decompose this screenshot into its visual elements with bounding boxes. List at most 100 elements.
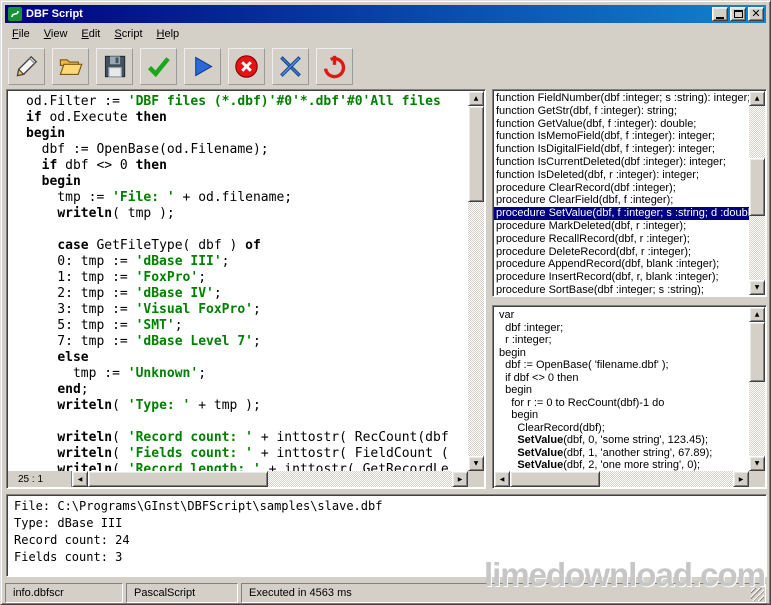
code-line: begin (26, 126, 468, 142)
function-list-item[interactable]: procedure ClearRecord(dbf :integer); (494, 182, 749, 195)
code-line: od.Filter := 'DBF files (*.dbf)'#0'*.dbf… (26, 94, 468, 110)
scroll-down-icon[interactable]: ▼ (749, 280, 765, 295)
function-list-item[interactable]: function GetValue(dbf, f :integer): doub… (494, 118, 749, 131)
window-controls: ✕ (712, 7, 764, 21)
menu-item-view[interactable]: View (37, 26, 75, 42)
save-file-button[interactable] (96, 48, 133, 85)
close-button[interactable]: ✕ (748, 7, 764, 21)
code-line: if od.Execute then (26, 110, 468, 126)
sample-vscrollbar[interactable]: ▲ ▼ (749, 307, 765, 471)
scrollbar-thumb[interactable] (749, 322, 765, 382)
stop-script-button[interactable] (228, 48, 265, 85)
status-message: Executed in 4563 ms (241, 583, 766, 603)
scrollbar-thumb[interactable] (510, 471, 600, 487)
function-list-item[interactable]: procedure MarkDeleted(dbf, r :integer); (494, 220, 749, 233)
scroll-left-icon[interactable]: ◀ (72, 471, 88, 487)
scrollbar-thumb[interactable] (88, 471, 268, 487)
function-list-item[interactable]: procedure SetValue(dbf, f :integer; s :s… (494, 207, 749, 220)
menu-item-script[interactable]: Script (107, 26, 149, 42)
status-filename: info.dbfscr (5, 583, 123, 603)
title-bar[interactable]: DBF Script ✕ (5, 5, 766, 23)
code-line: tmp := 'File: ' + od.filename; (26, 190, 468, 206)
minimize-button[interactable] (712, 7, 728, 21)
maximize-button[interactable] (730, 7, 746, 21)
code-line: dbf := OpenBase( 'filename.dbf' ); (499, 359, 749, 372)
editor-code[interactable]: od.Filter := 'DBF files (*.dbf)'#0'*.dbf… (8, 91, 468, 471)
editor-hscrollbar[interactable]: ◀ ▶ (72, 471, 468, 487)
menu-bar: FileViewEditScriptHelp (5, 24, 766, 44)
close-icon: ✕ (751, 9, 760, 19)
scroll-down-icon[interactable]: ▼ (749, 456, 765, 471)
code-line: ClearRecord(dbf); (499, 422, 749, 435)
function-list-item[interactable]: procedure InsertRecord(dbf, r, blank :in… (494, 271, 749, 284)
scroll-down-icon[interactable]: ▼ (468, 456, 484, 471)
app-window: DBF Script ✕ FileViewEditScriptHelp od.F… (0, 0, 771, 605)
output-panel: File: C:\Programs\GInst\DBFScript\sample… (6, 494, 767, 577)
code-line: else (26, 350, 468, 366)
scroll-up-icon[interactable]: ▲ (749, 91, 765, 106)
function-list-item[interactable]: procedure AppendRecord(dbf, blank :integ… (494, 258, 749, 271)
editor-vscrollbar[interactable]: ▲ ▼ (468, 91, 484, 471)
status-message-text: Executed in 4563 ms (249, 587, 352, 599)
function-list-item[interactable]: procedure DeleteRecord(dbf, r :integer); (494, 246, 749, 259)
function-list-item[interactable]: function IsMemoField(dbf, f :integer): i… (494, 130, 749, 143)
code-line: SetValue(dbf, 2, 'one more string', 0); (499, 459, 749, 471)
function-list-vscrollbar[interactable]: ▲ ▼ (749, 91, 765, 295)
scrollbar-thumb[interactable] (468, 106, 484, 202)
function-list-item[interactable]: procedure SortBase(dbf :integer; s :stri… (494, 284, 749, 295)
check-syntax-button[interactable] (140, 48, 177, 85)
code-line: SetValue(dbf, 0, 'some string', 123.45); (499, 434, 749, 447)
code-line: dbf :integer; (499, 322, 749, 335)
code-line: dbf := OpenBase(od.Filename); (26, 142, 468, 158)
sample-code-panel[interactable]: var dbf :integer; r :integer;begin dbf :… (492, 305, 767, 489)
menu-item-help[interactable]: Help (150, 26, 187, 42)
menu-item-edit[interactable]: Edit (74, 26, 107, 42)
scroll-right-icon[interactable]: ▶ (452, 471, 468, 487)
code-line: writeln( 'Type: ' + tmp ); (26, 398, 468, 414)
menu-item-file[interactable]: File (5, 26, 37, 42)
code-line: 7: tmp := 'dBase Level 7'; (26, 334, 468, 350)
settings-button[interactable] (272, 48, 309, 85)
function-list-item[interactable]: function IsCurrentDeleted(dbf :integer):… (494, 156, 749, 169)
status-bar: info.dbfscr PascalScript Executed in 456… (5, 583, 766, 603)
function-list-item[interactable]: function FieldNumber(dbf :integer; s :st… (494, 92, 749, 105)
crossed-tools-icon (277, 53, 304, 80)
floppy-icon (101, 53, 128, 80)
function-list-item[interactable]: function IsDeleted(dbf, r :integer): int… (494, 169, 749, 182)
code-line: begin (499, 409, 749, 422)
function-list[interactable]: function FieldNumber(dbf :integer; s :st… (492, 89, 767, 297)
scroll-up-icon[interactable]: ▲ (749, 307, 765, 322)
scroll-right-icon[interactable]: ▶ (733, 471, 749, 487)
function-list-item[interactable]: procedure RecallRecord(dbf, r :integer); (494, 233, 749, 246)
function-list-item[interactable]: function GetStr(dbf, f :integer): string… (494, 105, 749, 118)
app-icon (8, 7, 22, 21)
pencil-icon (13, 53, 40, 80)
code-line: case GetFileType( dbf ) of (26, 238, 468, 254)
code-line: var (499, 309, 749, 322)
sample-code: var dbf :integer; r :integer;begin dbf :… (494, 307, 749, 471)
open-file-button[interactable] (52, 48, 89, 85)
code-editor[interactable]: od.Filter := 'DBF files (*.dbf)'#0'*.dbf… (6, 89, 486, 489)
play-icon (189, 53, 216, 80)
new-script-button[interactable] (8, 48, 45, 85)
scrollbar-thumb[interactable] (749, 158, 765, 216)
run-script-button[interactable] (184, 48, 221, 85)
code-line: tmp := 'Unknown'; (26, 366, 468, 382)
code-line: writeln( 'Fields count: ' + inttostr( Fi… (26, 446, 468, 462)
scroll-left-icon[interactable]: ◀ (494, 471, 510, 487)
minimize-icon (716, 17, 724, 19)
reset-button[interactable] (316, 48, 353, 85)
caret-position: 25 : 1 (8, 471, 72, 487)
function-list-item[interactable]: procedure ClearField(dbf, f :integer); (494, 194, 749, 207)
function-list-item[interactable]: function IsDigitalField(dbf, f :integer)… (494, 143, 749, 156)
window-title: DBF Script (26, 8, 712, 20)
code-line (26, 222, 468, 238)
status-engine: PascalScript (126, 583, 238, 603)
scrollbar-corner (749, 471, 765, 487)
maximize-icon (734, 10, 743, 18)
sample-hscrollbar[interactable]: ◀ ▶ (494, 471, 749, 487)
scroll-up-icon[interactable]: ▲ (468, 91, 484, 106)
resize-grip[interactable] (751, 588, 764, 601)
code-line: SetValue(dbf, 1, 'another string', 67.89… (499, 447, 749, 460)
code-line (26, 414, 468, 430)
